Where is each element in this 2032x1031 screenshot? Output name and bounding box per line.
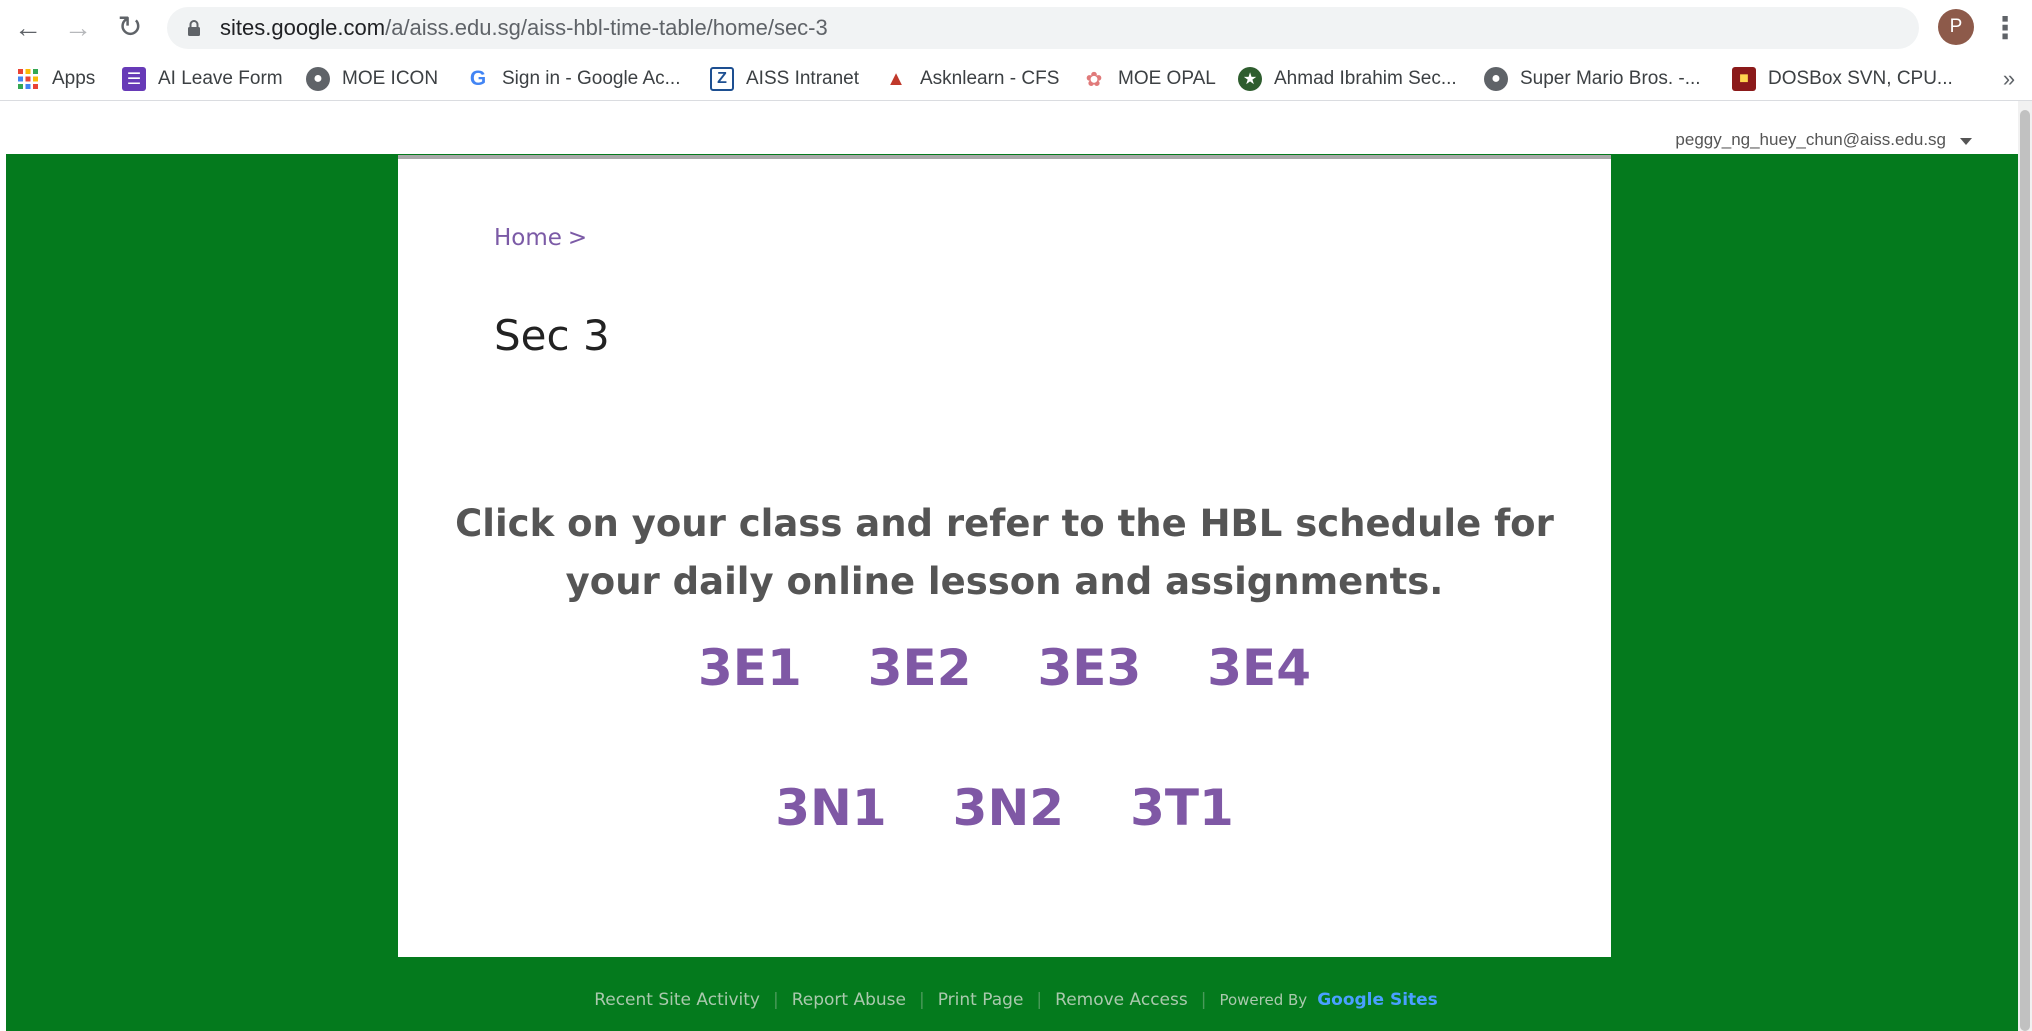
bookmark-label: MOE ICON [342,68,439,89]
bookmark-aiss-intranet[interactable]: Z AISS Intranet [710,58,859,100]
bookmark-label: DOSBox SVN, CPU... [1768,68,1953,89]
bookmark-dosbox[interactable]: ■ DOSBox SVN, CPU... [1732,58,1953,100]
breadcrumb: Home > [494,225,587,251]
bookmark-label: Ahmad Ibrahim Sec... [1274,68,1457,89]
globe-icon: ● [1484,67,1508,91]
forward-icon[interactable]: → [58,8,98,48]
z-icon: Z [710,67,734,91]
instruction-line-2: your daily online lesson and assignments… [565,560,1444,603]
bookmark-apps[interactable]: Apps [16,58,95,100]
class-link-3e1[interactable]: 3E1 [698,639,802,697]
bookmark-ai-leave-form[interactable]: ☰ AI Leave Form [122,58,283,100]
bookmark-asknlearn[interactable]: ▲ Asknlearn - CFS [884,58,1059,100]
breadcrumb-separator: > [567,225,588,251]
user-email: peggy_ng_huey_chun@aiss.edu.sg [1675,130,1946,149]
bookmark-label: Super Mario Bros. -... [1520,68,1701,89]
class-link-3t1[interactable]: 3T1 [1130,779,1234,837]
bookmark-label: Apps [52,68,96,89]
footer-powered-by: Powered By [1219,991,1308,1009]
footer-report-abuse-link[interactable]: Report Abuse [792,990,906,1010]
url-text: sites.google.com/a/aiss.edu.sg/aiss-hbl-… [220,7,828,49]
opal-icon: ✿ [1085,68,1103,91]
user-account-menu[interactable]: peggy_ng_huey_chun@aiss.edu.sg [1675,130,1972,150]
footer-divider: | [919,990,925,1010]
bookmark-label: AI Leave Form [158,68,283,89]
footer-divider: | [1036,990,1043,1010]
profile-initial: P [1949,16,1963,37]
bookmark-moe-opal[interactable]: ✿ MOE OPAL [1082,58,1216,100]
bookmark-google-signin[interactable]: G Sign in - Google Ac... [466,58,681,100]
bookmark-label: Sign in - Google Ac... [502,68,681,89]
class-links-row-1: 3E1 3E2 3E3 3E4 [398,639,1611,697]
asknlearn-icon: ▲ [886,67,906,90]
footer-remove-access-link[interactable]: Remove Access [1055,990,1188,1010]
footer-divider: | [1200,990,1207,1010]
footer-google-sites-link[interactable]: Google Sites [1317,990,1438,1010]
menu-kebab-icon[interactable]: ⋮ [1990,8,2020,48]
class-links-row-2: 3N1 3N2 3T1 [398,779,1611,837]
browser-toolbar: ← → ↻ sites.google.com/a/aiss.edu.sg/ais… [0,0,2032,54]
site-footer: Recent Site Activity | Report Abuse | Pr… [0,990,2032,1010]
footer-recent-activity-link[interactable]: Recent Site Activity [594,990,760,1010]
footer-print-page-link[interactable]: Print Page [938,990,1024,1010]
class-link-3e2[interactable]: 3E2 [868,639,972,697]
reload-icon[interactable]: ↻ [110,8,150,48]
url-path: /a/aiss.edu.sg/aiss-hbl-time-table/home/… [385,15,828,40]
chevron-down-icon [1960,138,1972,145]
profile-avatar[interactable]: P [1938,9,1974,45]
page-title: Sec 3 [494,311,610,360]
class-link-3n1[interactable]: 3N1 [775,779,886,837]
lock-icon [188,20,200,36]
url-host: sites.google.com [220,15,386,40]
google-icon: G [469,67,487,90]
instruction-text: Click on your class and refer to the HBL… [398,495,1611,611]
class-link-3e3[interactable]: 3E3 [1038,639,1142,697]
instruction-line-1: Click on your class and refer to the HBL… [455,502,1554,545]
school-crest-icon: ★ [1238,67,1262,91]
class-link-3e4[interactable]: 3E4 [1207,639,1311,697]
breadcrumb-home-link[interactable]: Home [494,225,562,251]
bookmark-super-mario[interactable]: ● Super Mario Bros. -... [1484,58,1701,100]
apps-grid-icon [16,67,40,91]
address-bar[interactable]: sites.google.com/a/aiss.edu.sg/aiss-hbl-… [167,7,1919,49]
forms-icon: ☰ [122,67,146,91]
bookmark-ahmad-ibrahim[interactable]: ★ Ahmad Ibrahim Sec... [1238,58,1457,100]
footer-divider: | [772,990,779,1010]
bookmark-moe-icon[interactable]: ● MOE ICON [306,58,438,100]
class-link-3n2[interactable]: 3N2 [953,779,1064,837]
globe-icon: ● [306,67,330,91]
dosbox-icon: ■ [1732,67,1756,91]
bookmarks-bar: Apps ☰ AI Leave Form ● MOE ICON G Sign i… [0,58,2032,101]
back-icon[interactable]: ← [8,8,48,48]
bookmark-label: MOE OPAL [1118,68,1216,89]
bookmarks-more-button[interactable]: » [1994,58,2024,100]
bookmark-label: AISS Intranet [746,68,860,89]
scrollbar-thumb[interactable] [2020,110,2030,1031]
content-panel: Home > Sec 3 Click on your class and refe… [398,155,1611,957]
bookmark-label: Asknlearn - CFS [920,68,1060,89]
